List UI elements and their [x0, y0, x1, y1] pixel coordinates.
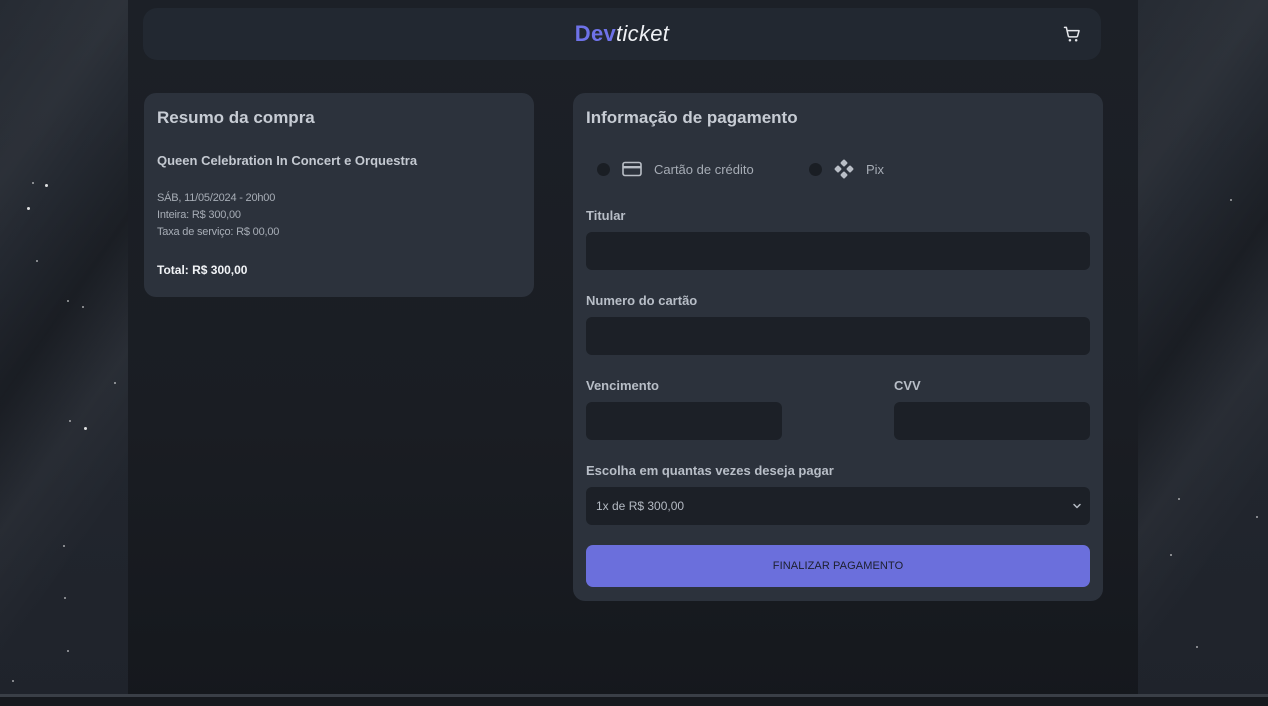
- star-decoration: [67, 300, 69, 302]
- brand-logo[interactable]: Devticket: [143, 21, 1101, 47]
- pix-label: Pix: [866, 161, 885, 177]
- payment-title: Informação de pagamento: [586, 108, 798, 127]
- card-number-input[interactable]: [586, 317, 1090, 355]
- credit-card-radio[interactable]: [597, 162, 610, 176]
- chevron-down-icon: [1073, 503, 1081, 509]
- star-decoration: [12, 680, 14, 682]
- star-decoration: [1256, 516, 1258, 518]
- star-decoration: [114, 382, 116, 384]
- star-decoration: [84, 427, 87, 430]
- star-decoration: [82, 306, 84, 308]
- holder-label: Titular: [586, 208, 626, 223]
- installments-selected-value: 1x de R$ 300,00: [596, 499, 685, 513]
- installments-select[interactable]: 1x de R$ 300,00: [586, 487, 1090, 525]
- ticket-price: Inteira: R$ 300,00: [157, 209, 241, 221]
- bottom-strip: [0, 697, 1268, 706]
- expiry-input[interactable]: [586, 402, 782, 440]
- logo-ticket-text: ticket: [616, 21, 670, 46]
- star-decoration: [1230, 199, 1232, 201]
- star-decoration: [69, 420, 71, 422]
- star-decoration: [64, 597, 66, 599]
- payment-info-card: Informação de pagamento Cartão de crédit…: [573, 93, 1103, 601]
- event-name: Queen Celebration In Concert e Orquestra: [157, 153, 418, 168]
- event-date: SÁB, 11/05/2024 - 20h00: [157, 192, 276, 204]
- star-decoration: [1196, 646, 1198, 648]
- total-amount: Total: R$ 300,00: [157, 263, 248, 277]
- service-fee: Taxa de serviço: R$ 00,00: [157, 226, 280, 238]
- logo-dev-text: Dev: [574, 21, 617, 46]
- pix-radio[interactable]: [809, 162, 822, 176]
- background-left-panel: [0, 0, 128, 706]
- purchase-summary-card: Resumo da compra Queen Celebration In Co…: [144, 93, 534, 297]
- cart-icon[interactable]: [1062, 24, 1082, 44]
- star-decoration: [63, 545, 65, 547]
- expiry-label: Vencimento: [586, 378, 659, 393]
- card-number-label: Numero do cartão: [586, 293, 698, 308]
- cvv-input[interactable]: [894, 402, 1090, 440]
- star-decoration: [45, 184, 48, 187]
- star-decoration: [67, 650, 69, 652]
- star-decoration: [1170, 554, 1172, 556]
- credit-card-icon: [622, 159, 642, 179]
- summary-title: Resumo da compra: [157, 108, 315, 127]
- payment-method-credit-card[interactable]: Cartão de crédito: [597, 159, 754, 179]
- finish-payment-button[interactable]: FINALIZAR PAGAMENTO: [586, 545, 1090, 587]
- background-right-panel: [1138, 0, 1268, 706]
- star-decoration: [32, 182, 34, 184]
- star-decoration: [36, 260, 38, 262]
- star-decoration: [1178, 498, 1180, 500]
- credit-card-label: Cartão de crédito: [654, 161, 754, 177]
- top-navbar: Devticket: [143, 8, 1101, 60]
- payment-method-pix[interactable]: Pix: [809, 159, 884, 179]
- star-decoration: [27, 207, 30, 210]
- pix-icon: [834, 159, 854, 179]
- installments-label: Escolha em quantas vezes deseja pagar: [586, 463, 834, 478]
- cvv-label: CVV: [894, 378, 921, 393]
- holder-input[interactable]: [586, 232, 1090, 270]
